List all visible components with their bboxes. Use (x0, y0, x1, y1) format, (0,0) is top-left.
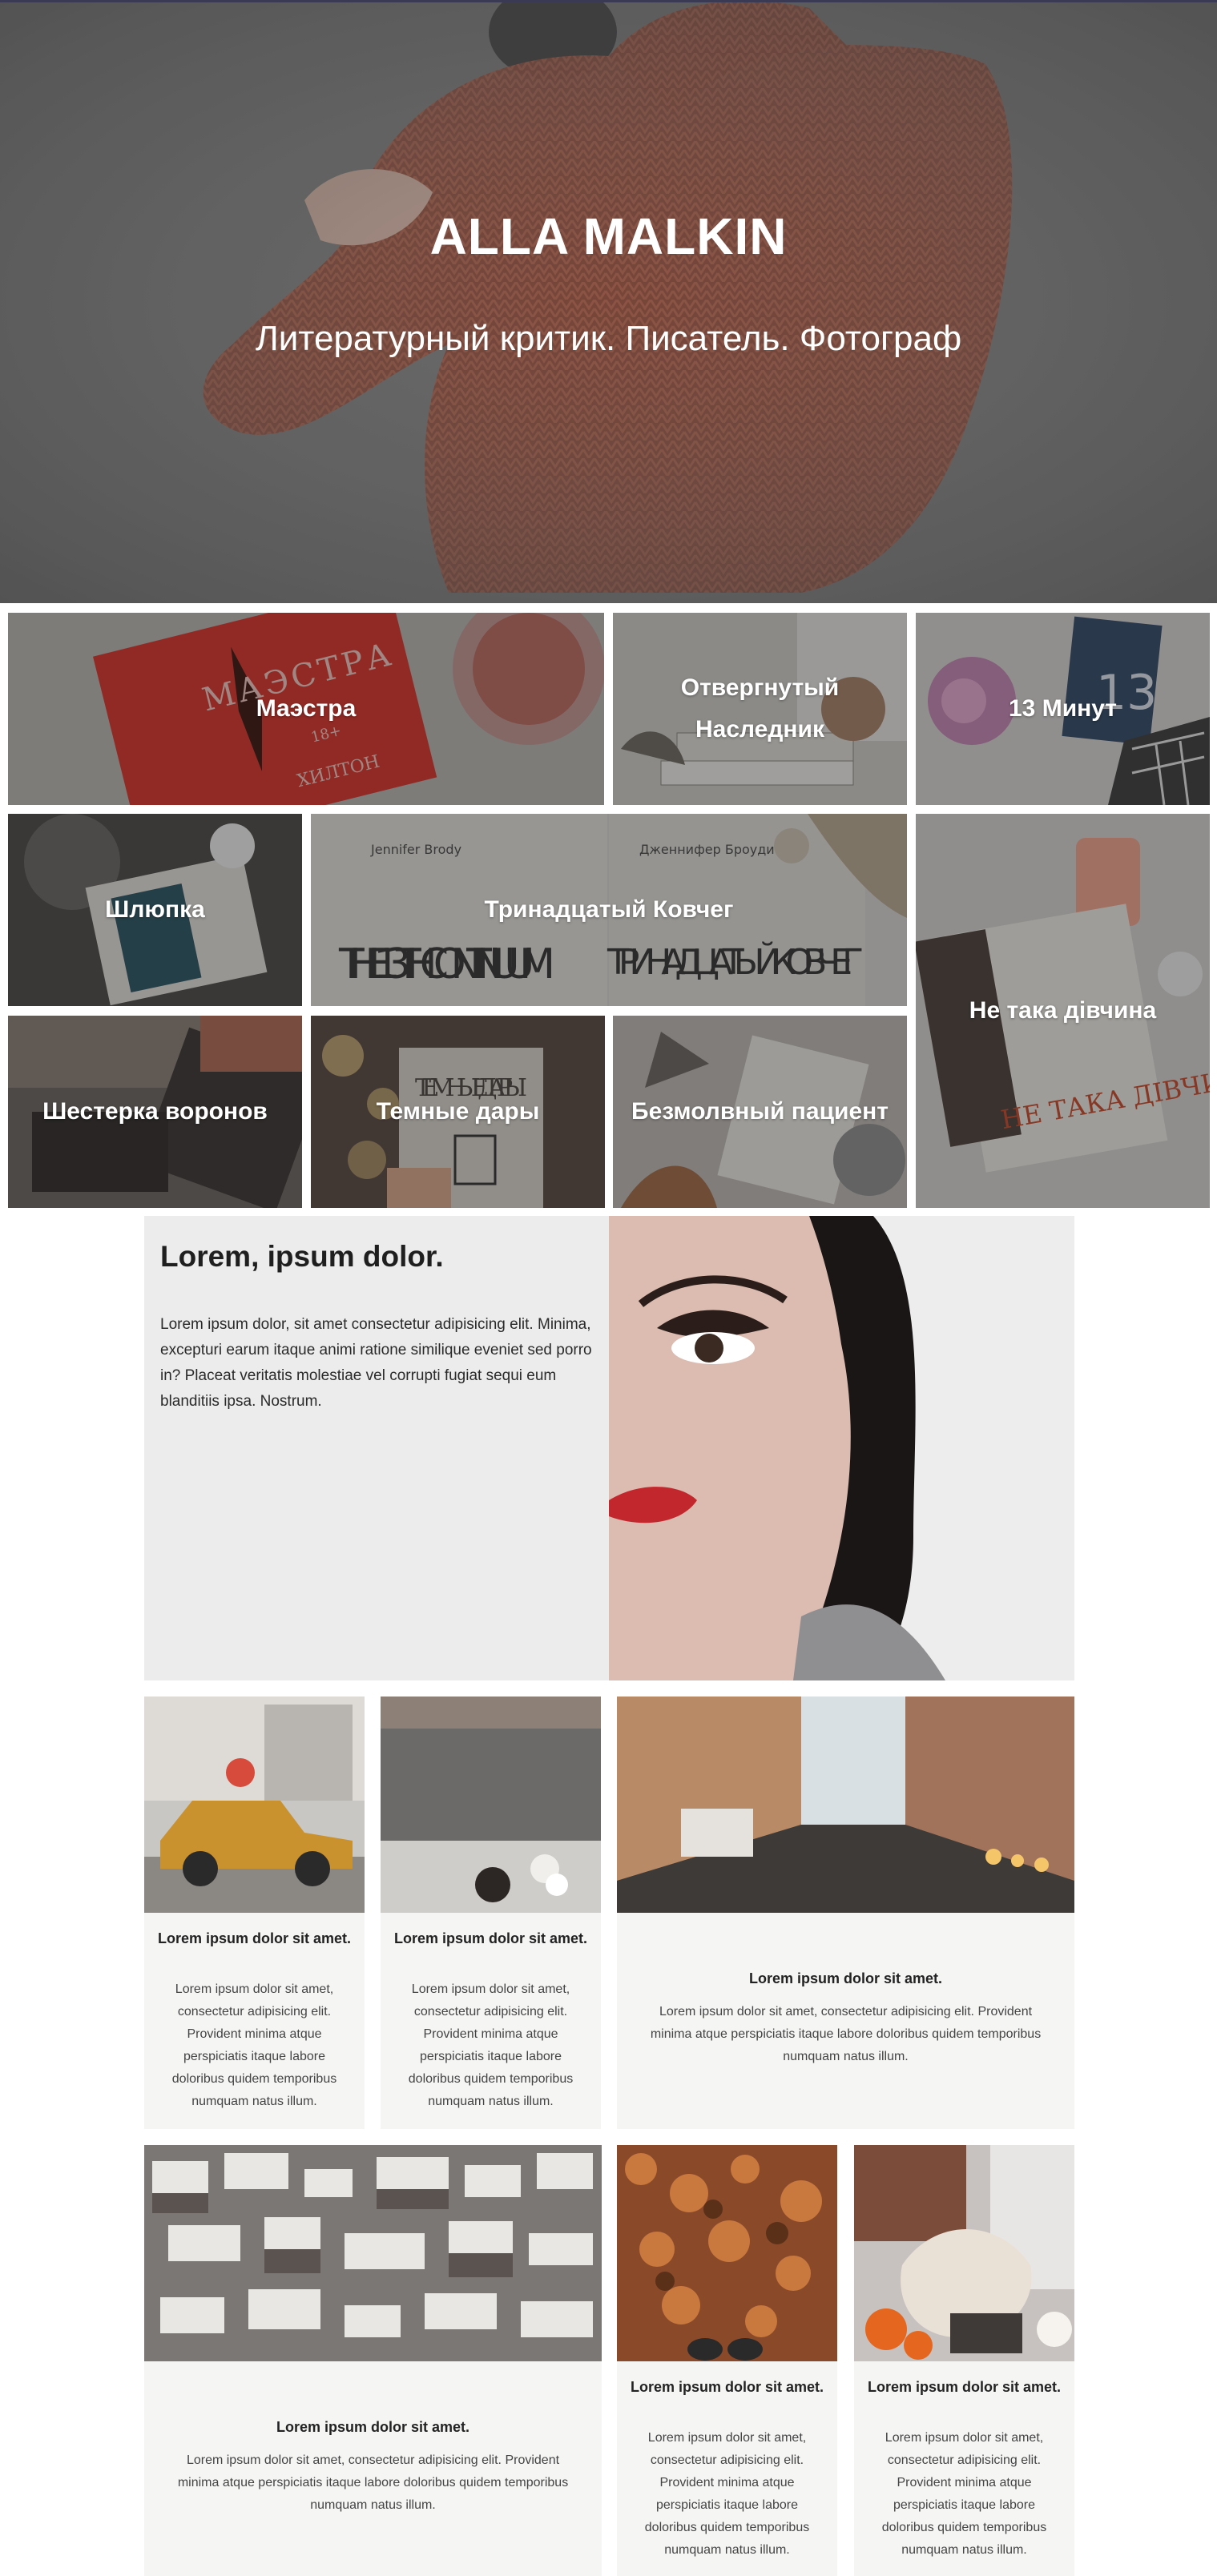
card-image (381, 1697, 601, 1913)
book-tile-ne-taka-divchyna[interactable]: НЕ ТАКА ДІВЧИНА Не така дівчина (916, 814, 1210, 1208)
top-border (0, 0, 1217, 2)
portrait-illustration (609, 1216, 1074, 1680)
portrait-photo (609, 1216, 1074, 1680)
card-text: Lorem ipsum dolor sit amet, consectetur … (650, 2005, 1042, 2063)
card-title: Lorem ipsum dolor sit amet. (157, 1930, 352, 1946)
book-title: Не така дівчина (969, 997, 1157, 1024)
street-photo (617, 1697, 1074, 1913)
card-image (617, 1697, 1074, 1913)
book-tile-shesterka-voronov[interactable]: Шестерка воронов (8, 1016, 302, 1208)
card-text: Lorem ipsum dolor sit amet, consectetur … (171, 1982, 337, 2108)
about-section: Lorem, ipsum dolor. Lorem ipsum dolor, s… (144, 1216, 1074, 1680)
book-tile-maestra[interactable]: МАЭСТРА 18+ ХИЛТОН Маэстра (8, 613, 604, 805)
card-text: Lorem ipsum dolor sit amet, consectetur … (644, 2431, 810, 2557)
yellow-car-photo (144, 1697, 365, 1913)
card-title: Lorem ipsum dolor sit amet. (748, 1970, 943, 1986)
card-text: Lorem ipsum dolor sit amet, consectetur … (881, 2431, 1047, 2557)
rooftops-photo (144, 2145, 602, 2361)
book-tile-bezmolvnyi-patsient[interactable]: Безмолвный пациент (613, 1016, 907, 1208)
site-title: ALLA MALKIN (429, 207, 788, 265)
card-3[interactable]: Lorem ipsum dolor sit amet. Lorem ipsum … (617, 1697, 1074, 2129)
site-subtitle: Литературный критик. Писатель. Фотограф (255, 319, 962, 358)
book-tile-shlyupka[interactable]: Шлюпка (8, 814, 302, 1006)
card-title: Lorem ipsum dolor sit amet. (276, 2419, 470, 2435)
book-tile-temnye-dary[interactable]: ТЕМНЫЕ ДАРЫ Темные дары (311, 1016, 605, 1208)
book-title: Безмолвный пациент (631, 1098, 889, 1125)
book-title: Темные дары (376, 1098, 540, 1125)
card-text: Lorem ipsum dolor sit amet, consectetur … (408, 1982, 574, 2108)
about-heading: Lorem, ipsum dolor. (160, 1240, 444, 1273)
book-title: Отвергнутый Наследник (680, 674, 840, 743)
card-title: Lorem ipsum dolor sit amet. (630, 2379, 824, 2395)
about-text: Lorem ipsum dolor, sit amet consectetur … (160, 1316, 592, 1410)
book-title: Маэстра (256, 695, 357, 722)
river-photo (381, 1697, 601, 1913)
card-text: Lorem ipsum dolor sit amet, consectetur … (177, 2453, 569, 2512)
card-image (854, 2145, 1074, 2361)
book-title: Шестерка воронов (42, 1098, 268, 1125)
hero-banner: ALLA MALKIN Литературный критик. Писател… (0, 0, 1217, 603)
autumn-leaves-photo (617, 2145, 837, 2361)
card-1[interactable]: Lorem ipsum dolor sit amet. Lorem ipsum … (144, 1697, 365, 2129)
book-title: Шлюпка (105, 896, 205, 923)
book-title: 13 Минут (1009, 695, 1117, 722)
book-tile-trinadtsatyi-kovcheg[interactable]: Jennifer Brody Дженнифер Броуди THE 13TH… (311, 814, 907, 1006)
card-2[interactable]: Lorem ipsum dolor sit amet. Lorem ipsum … (381, 1697, 601, 2129)
card-title: Lorem ipsum dolor sit amet. (867, 2379, 1062, 2395)
card-title: Lorem ipsum dolor sit amet. (393, 1930, 588, 1946)
card-4[interactable]: Lorem ipsum dolor sit amet. Lorem ipsum … (144, 2145, 602, 2576)
card-image (144, 1697, 365, 1913)
card-image (617, 2145, 837, 2361)
cat-oranges-photo (854, 2145, 1074, 2361)
card-5[interactable]: Lorem ipsum dolor sit amet. Lorem ipsum … (617, 2145, 837, 2576)
book-tile-13-minut[interactable]: 13 13 Минут (916, 613, 1210, 805)
book-title: Тринадцатый Ковчег (484, 896, 734, 923)
card-6[interactable]: Lorem ipsum dolor sit amet. Lorem ipsum … (854, 2145, 1074, 2576)
book-tile-otvergnutyi-naslednik[interactable]: Отвергнутый Наследник (613, 613, 907, 805)
card-image (144, 2145, 602, 2361)
hero-overlay (0, 0, 1217, 603)
